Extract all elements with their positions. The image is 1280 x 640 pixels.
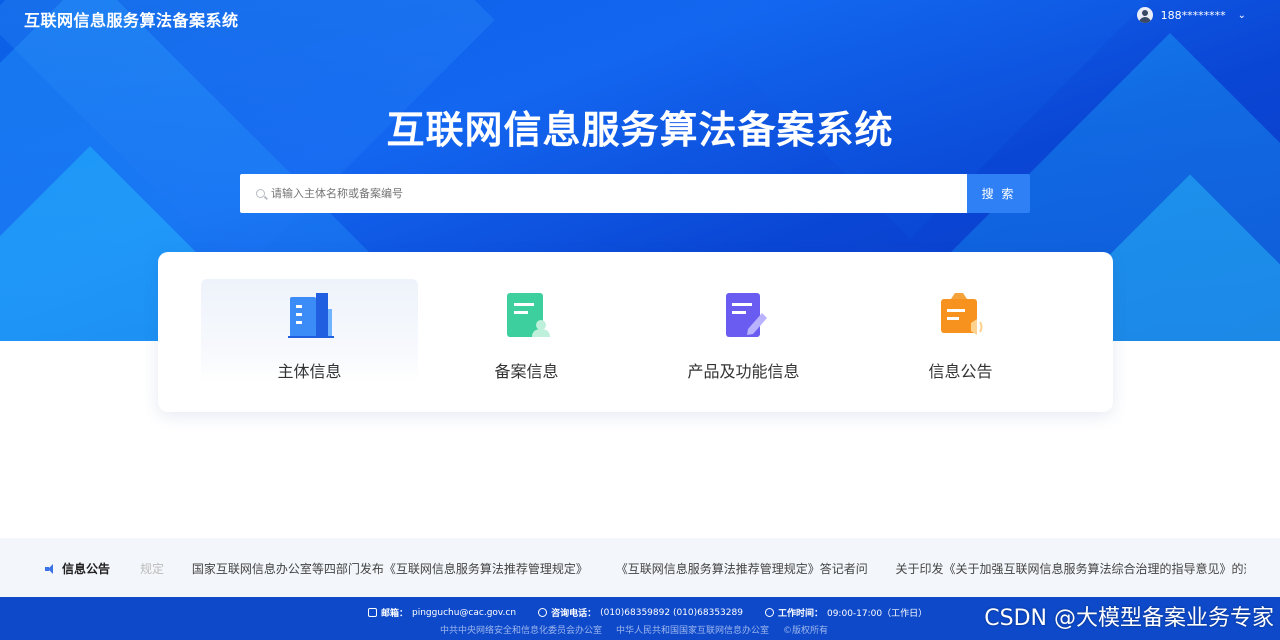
category-label: 产品及功能信息 [687, 362, 800, 381]
category-label: 备案信息 [494, 362, 559, 381]
watermark: CSDN @大模型备案业务专家 [984, 606, 1274, 631]
notice-item[interactable]: 《互联网信息服务算法推荐管理规定》答记者问 [616, 562, 868, 576]
hero-title: 互联网信息服务算法备案系统 [386, 108, 894, 152]
speaker-icon [45, 563, 56, 574]
search-button[interactable]: 搜 索 [967, 174, 1030, 213]
notice-item[interactable]: 关于印发《关于加强互联网信息服务算法综合治理的指导意见》的通知 [896, 562, 1246, 576]
notice-bar: 信息公告 规定 国家互联网信息办公室等四部门发布《互联网信息服务算法推荐管理规定… [0, 538, 1280, 597]
email-value[interactable]: pingguchu@cac.gov.cn [412, 608, 516, 618]
category-product-info[interactable]: 产品及功能信息 [635, 279, 852, 383]
category-label: 信息公告 [928, 362, 993, 381]
category-entity-info[interactable]: 主体信息 [201, 279, 418, 383]
notice-ticker: 规定 国家互联网信息办公室等四部门发布《互联网信息服务算法推荐管理规定》 《互联… [140, 560, 1246, 577]
footer-phone: 咨询电话： (010)68359892 (010)68353289 [538, 606, 743, 619]
category-card: 主体信息 备案信息 产品及功能信息 信息公告 [158, 252, 1113, 412]
search-icon [256, 189, 265, 198]
category-filing-info[interactable]: 备案信息 [418, 279, 635, 383]
edit-doc-icon [725, 293, 767, 337]
mail-icon [368, 608, 377, 617]
footer-email: 邮箱： pingguchu@cac.gov.cn [368, 606, 516, 619]
phone-value: (010)68359892 (010)68353289 [600, 607, 743, 618]
site-title[interactable]: 互联网信息服务算法备案系统 [24, 7, 239, 31]
user-name: 188******** [1160, 8, 1226, 22]
footer-copyright: ©版权所有 [783, 626, 829, 636]
search-box[interactable] [240, 174, 967, 213]
notice-item[interactable]: 国家互联网信息办公室等四部门发布《互联网信息服务算法推荐管理规定》 [192, 562, 588, 576]
notice-item[interactable]: 规定 [140, 562, 164, 576]
category-announcement[interactable]: 信息公告 [852, 279, 1069, 383]
chevron-down-icon: ⌄ [1237, 9, 1246, 21]
footer-org: 中共中央网络安全和信息化委员会办公室 [440, 626, 603, 636]
footer-hours: 工作时间： 09:00-17:00（工作日） [764, 606, 928, 619]
notice-heading-label: 信息公告 [62, 562, 111, 576]
footer-org: 中华人民共和国国家互联网信息办公室 [616, 626, 770, 636]
phone-label: 咨询电话： [551, 609, 597, 619]
search-bar: 搜 索 [240, 174, 1030, 213]
hours-value: 09:00-17:00（工作日） [826, 609, 928, 619]
email-label: 邮箱： [381, 609, 409, 619]
phone-icon [538, 608, 548, 617]
footer-contact: 邮箱： pingguchu@cac.gov.cn 咨询电话： (010)6835… [368, 606, 927, 619]
avatar-icon [1136, 7, 1153, 23]
category-label: 主体信息 [277, 362, 342, 381]
hours-label: 工作时间： [777, 609, 823, 619]
filing-doc-icon [506, 293, 550, 337]
notice-heading: 信息公告 [45, 560, 110, 577]
search-input[interactable] [271, 187, 871, 200]
building-icon [287, 293, 334, 338]
announcement-icon [940, 293, 982, 335]
clock-icon [764, 608, 774, 617]
user-menu[interactable]: 188******** ⌄ [1136, 7, 1246, 23]
footer-orgs: 中共中央网络安全和信息化委员会办公室 中华人民共和国国家互联网信息办公室 ©版权… [440, 623, 828, 636]
